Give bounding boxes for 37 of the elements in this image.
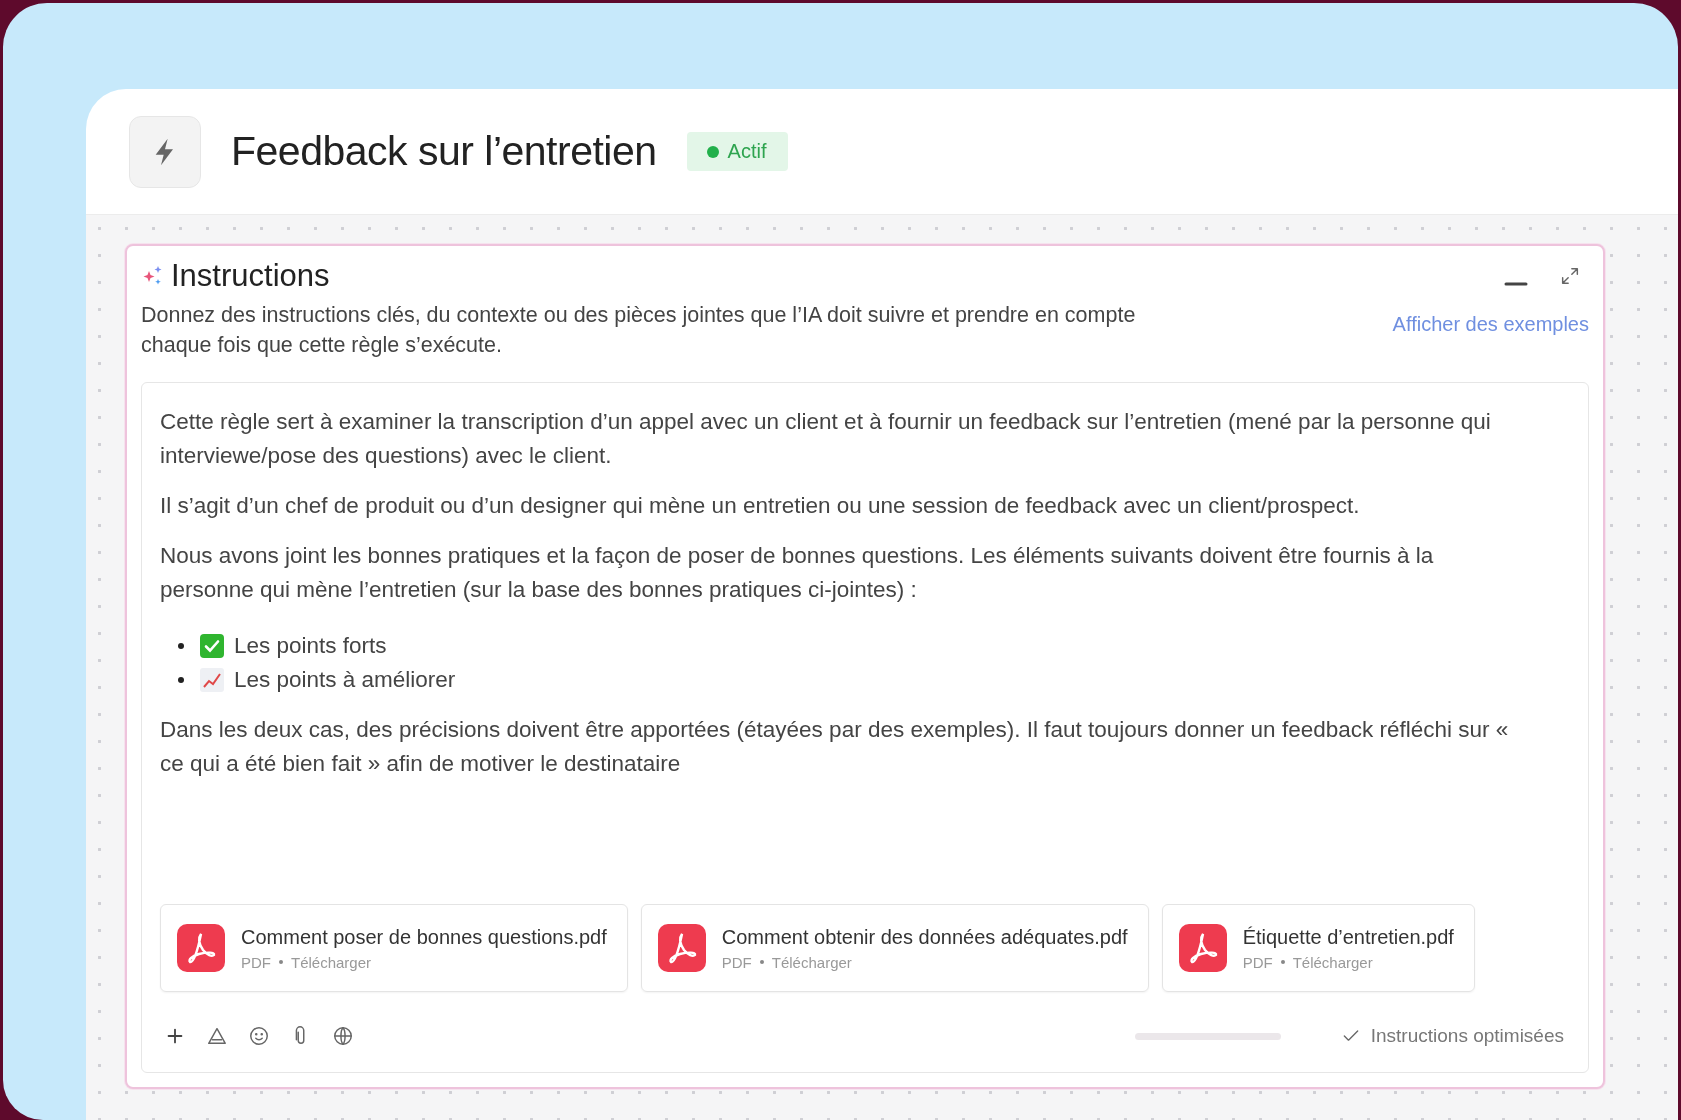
instruction-paragraph: Dans les deux cas, des précisions doivent être apportées (étayées par des exemples). Il faut toujours donner un feedback réfléchi sur « ce qui a été bien fait » afin de motiver le destinataire: [160, 716, 1510, 778]
list-item-text: Les points à améliorer: [234, 667, 456, 693]
pdf-file-icon: [177, 924, 225, 972]
file-type: PDF: [1242, 953, 1273, 971]
optimized-status: Instructions optimisées: [1370, 1025, 1564, 1047]
smiley-icon[interactable]: [248, 1025, 270, 1047]
instructions-editor[interactable]: [141, 382, 1589, 1073]
file-type: PDF: [241, 953, 271, 971]
download-link[interactable]: Télécharger: [771, 953, 852, 971]
file-name: Comment obtenir des données adéquates.pdf: [721, 925, 1128, 949]
attachment-card[interactable]: Comment poser de bonnes questions.pdf PDF Télécharger: [160, 904, 628, 992]
examples-link[interactable]: Afficher des exemples: [1392, 313, 1589, 336]
attachment-card[interactable]: Étiquette d’entretien.pdf PDF Télécharger: [1161, 904, 1475, 992]
triangle-icon[interactable]: [206, 1025, 228, 1047]
list-item-text: Les points forts: [234, 633, 387, 659]
download-link[interactable]: Télécharger: [1292, 953, 1373, 971]
trend-chart-icon: [200, 668, 224, 692]
instruction-paragraph: Nous avons joint les bonnes pratiques et la façon de poser de bonnes questions. Les éléments suivants doivent être fournis à la personne qui mène l’entretien (sur la base des bonnes pratiques ci-jointes) :: [160, 542, 1435, 604]
file-name: Comment poser de bonnes questions.pdf: [241, 925, 607, 949]
page-title: Feedback sur l’entretien: [231, 128, 657, 175]
pdf-file-icon: [657, 924, 706, 972]
panel-title: Instructions: [171, 258, 330, 294]
instruction-paragraph: Cette règle sert à examiner la transcription d’un appel avec un client et à fournir un feedback sur l’entretien (mené par la personne qui interviewe/pose des questions) avec le client.: [160, 408, 1492, 470]
check-box-icon: [200, 634, 224, 658]
file-type: PDF: [721, 953, 752, 971]
bullet-dot: [178, 677, 184, 683]
pdf-file-icon: [1178, 924, 1227, 972]
attachment-card[interactable]: Comment obtenir des données adéquates.pdf PDF Télécharger: [640, 904, 1149, 992]
download-link[interactable]: Télécharger: [291, 953, 372, 971]
status-badge: Actif: [686, 132, 789, 171]
instruction-paragraph: Il s’agit d’un chef de produit ou d’un designer qui mène un entretien ou une session de feedback avec un client/prospect.: [160, 492, 1361, 520]
lightning-icon: [129, 115, 201, 188]
bullet-dot: [178, 643, 184, 649]
panel-description: Donnez des instructions clés, du contexte ou des pièces jointes que l’IA doit suivre et prendre en compte chaque fois que cette règle s’exécute.: [141, 302, 1137, 359]
globe-icon[interactable]: [332, 1025, 354, 1047]
file-name: Étiquette d’entretien.pdf: [1242, 925, 1454, 949]
expand-icon[interactable]: [1559, 265, 1581, 287]
